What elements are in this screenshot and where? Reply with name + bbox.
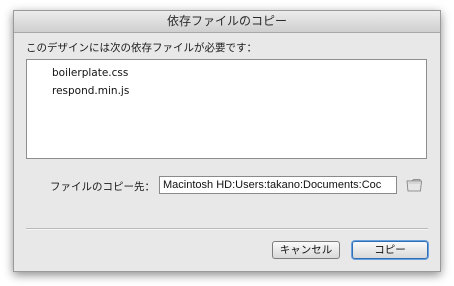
divider — [26, 228, 428, 230]
copy-button[interactable]: コピー — [352, 241, 428, 259]
cancel-button[interactable]: キャンセル — [272, 241, 340, 259]
dependent-file-list[interactable]: boilerplate.css respond.min.js — [26, 59, 427, 159]
destination-path-field[interactable]: Macintosh HD:Users:takano:Documents:Coc — [159, 176, 397, 194]
destination-label: ファイルのコピー先： — [50, 181, 155, 193]
dialog-title: 依存ファイルのコピー — [14, 11, 440, 33]
list-item[interactable]: boilerplate.css — [52, 67, 128, 79]
backdrop: 依存ファイルのコピー このデザインには次の依存ファイルが必要です： boiler… — [0, 0, 454, 286]
copy-dependent-files-dialog: 依存ファイルのコピー このデザインには次の依存ファイルが必要です： boiler… — [13, 10, 441, 272]
list-item[interactable]: respond.min.js — [52, 85, 129, 97]
folder-icon[interactable] — [406, 177, 423, 193]
requires-label: このデザインには次の依存ファイルが必要です： — [26, 42, 257, 54]
